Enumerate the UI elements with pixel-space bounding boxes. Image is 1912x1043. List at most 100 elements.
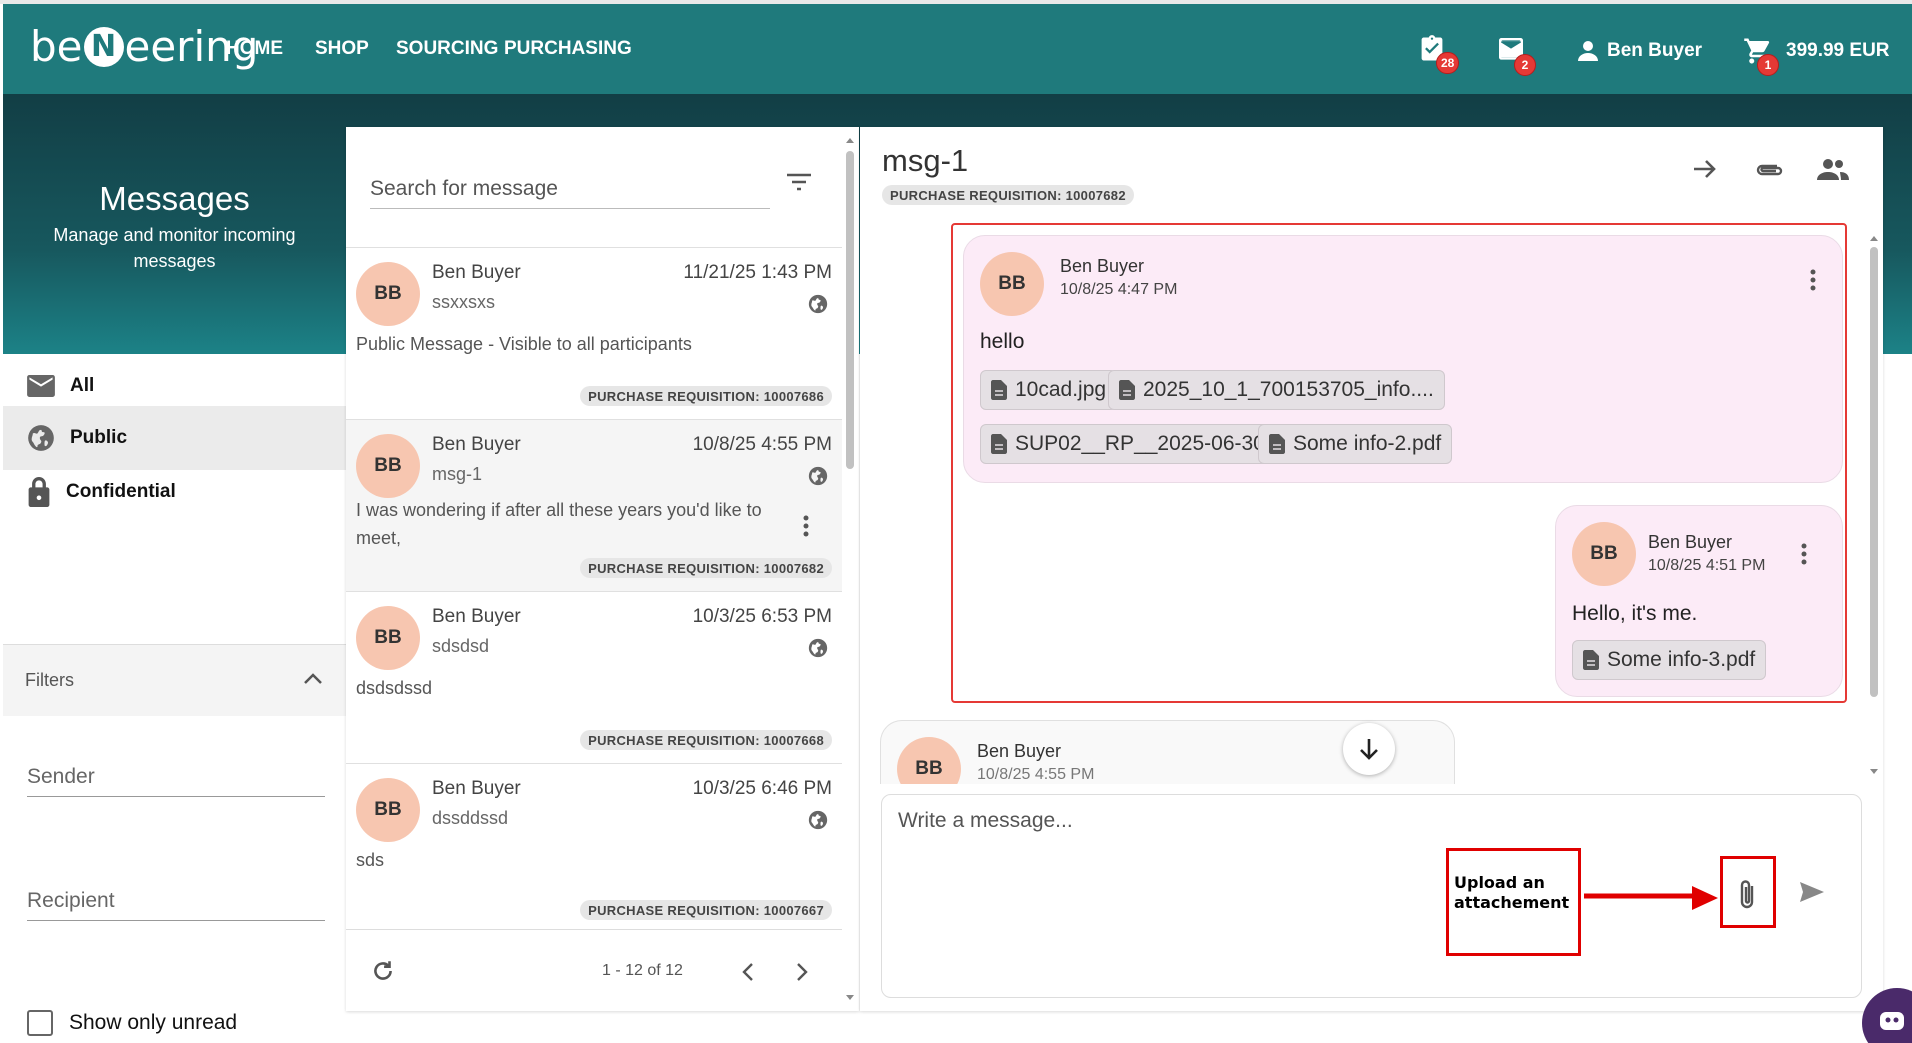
list-item[interactable]: BB Ben Buyer ssxxsxs 11/21/25 1:43 PM Pu… [346,247,842,419]
message-subject: msg-1 [432,464,483,484]
cart-badge: 1 [1757,54,1779,76]
attachment-chip[interactable]: 10cad.jpg [980,370,1118,410]
globe-icon [808,466,828,486]
message-body: hello [980,330,1025,353]
message-date: 10/8/25 4:51 PM [1648,557,1766,574]
nav-purchasing[interactable]: PURCHASING [504,38,632,60]
attachment-icon[interactable] [1753,160,1783,178]
list-footer: 1 - 12 of 12 [346,929,842,1011]
attachment-chip[interactable]: Some info-2.pdf [1258,424,1453,464]
cart-total[interactable]: 399.99 EUR [1786,40,1890,62]
message-date: 10/3/25 6:53 PM [692,606,832,627]
unread-filter[interactable]: Show only unread [27,1010,237,1036]
message-list-panel: BB Ben Buyer ssxxsxs 11/21/25 1:43 PM Pu… [346,127,859,1011]
requisition-tag: PURCHASE REQUISITION: 10007667 [580,900,832,920]
list-scrollbar[interactable] [843,129,857,1009]
user-icon[interactable] [1576,39,1600,68]
search-input[interactable] [370,169,770,208]
lock-icon [28,477,50,507]
sidebar-body: All Public Confidential Filters Show onl… [3,354,346,1043]
message-subject: ssxxsxs [432,292,495,312]
filters-header[interactable]: Filters [3,644,346,716]
nav-sourcing[interactable]: SOURCING [396,38,498,60]
filter-icon[interactable] [786,172,812,192]
message-preview: dsdsdssd [356,678,433,698]
filters-label: Filters [25,670,74,690]
message-sender: Ben Buyer [432,262,521,283]
requisition-tag: PURCHASE REQUISITION: 10007682 [882,185,1134,205]
message-input[interactable] [898,809,1598,839]
more-vert-icon[interactable] [1800,542,1808,566]
avatar: BB [356,778,420,842]
mail-icon [27,375,55,397]
requisition-tag: PURCHASE REQUISITION: 10007682 [580,558,832,578]
sidebar-item-label: Confidential [66,481,176,502]
page-subtitle: Manage and monitor incoming messages [53,225,296,271]
attachment-name: 2025_10_1_700153705_info.... [1143,378,1434,401]
participants-icon[interactable] [1817,158,1849,180]
message-preview: Public Message - Visible to all particip… [356,334,692,354]
list-item[interactable]: BB Ben Buyer dssddssd 10/3/25 6:46 PM sd… [346,763,842,929]
app-header: be Neering HOME SHOP SOURCING PURCHASING … [3,4,1912,94]
tasks-clipboard-icon[interactable]: 28 [1418,34,1460,74]
thread-title: msg-1 [882,143,969,178]
page-title: Messages [99,180,250,217]
pagination-label: 1 - 12 of 12 [602,962,683,979]
avatar: BB [1572,522,1636,586]
chevron-left-icon[interactable] [741,962,755,982]
file-icon [1269,434,1285,454]
attachment-name: 10cad.jpg [1015,378,1107,401]
attachment-chip[interactable]: 2025_10_1_700153705_info.... [1108,370,1445,410]
scroll-to-bottom-button[interactable] [1343,723,1395,775]
message-preview: I was wondering if after all these years… [356,500,762,548]
list-item[interactable]: BB Ben Buyer sdsdsd 10/3/25 6:53 PM dsds… [346,591,842,763]
annotation-label: Upload an attachement [1454,873,1570,912]
message-date: 10/8/25 4:55 PM [977,766,1095,783]
attachment-name: Some info-2.pdf [1293,432,1442,455]
message-sender: Ben Buyer [1060,256,1145,276]
recipient-field[interactable] [27,881,325,921]
nav-shop[interactable]: SHOP [315,38,369,60]
mail-icon[interactable]: 2 [1496,38,1536,76]
chevron-up-icon[interactable] [303,671,323,685]
cart-icon[interactable]: 1 [1743,36,1779,76]
mail-badge: 2 [1514,54,1536,76]
message-preview: sds [356,850,385,870]
message-date: 10/3/25 6:46 PM [692,778,832,799]
user-name[interactable]: Ben Buyer [1607,40,1702,62]
message-search[interactable] [370,169,770,209]
arrow-down-icon [1360,739,1378,760]
brand-logo[interactable]: be Neering [30,22,258,71]
unread-label: Show only unread [69,1011,238,1034]
globe-icon [28,425,54,451]
refresh-icon[interactable] [370,958,396,984]
message-body: Hello, it's me. [1572,602,1698,625]
file-icon [1583,650,1599,670]
sender-field[interactable] [27,757,325,797]
avatar: BB [897,737,961,784]
file-icon [991,434,1007,454]
sidebar-item-confidential[interactable]: Confidential [3,460,346,524]
unread-checkbox[interactable] [27,1010,53,1036]
recipient-input[interactable] [27,881,325,920]
nav-home[interactable]: HOME [226,38,283,60]
message-bubble: BB Ben Buyer 10/8/25 4:47 PM hello 10cad… [963,235,1843,483]
more-vert-icon[interactable] [802,514,810,538]
list-item-selected[interactable]: BB Ben Buyer msg-1 10/8/25 4:55 PM I was… [346,419,842,591]
thread-scrollbar[interactable] [1866,231,1882,779]
avatar: BB [980,252,1044,316]
globe-icon [808,810,828,830]
attachment-chip[interactable]: Some info-3.pdf [1572,640,1767,680]
avatar: BB [356,434,420,498]
message-date: 10/8/25 4:47 PM [1060,281,1178,298]
attach-file-button[interactable] [1733,878,1763,912]
send-button[interactable] [1798,880,1826,904]
more-vert-icon[interactable] [1809,268,1817,292]
chevron-right-icon[interactable] [795,962,809,982]
avatar: BB [356,262,420,326]
message-date: 10/8/25 4:55 PM [692,434,832,455]
forward-arrow-icon[interactable] [1692,157,1718,181]
attachment-name: Some info-3.pdf [1607,648,1756,671]
logo-text-pre: be [30,22,83,71]
sender-input[interactable] [27,757,325,796]
